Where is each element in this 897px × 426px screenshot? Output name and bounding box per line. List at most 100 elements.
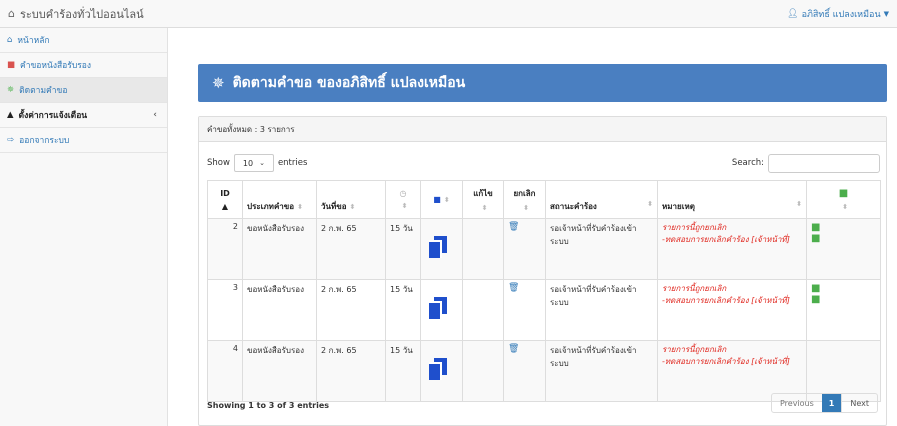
file-excel-icon[interactable]: ■ (811, 222, 876, 233)
cell-date: 2 ก.พ. 65 (316, 279, 386, 341)
cell-status: รอเจ้าหน้าที่รับคำร้องเข้าระบบ (545, 340, 658, 402)
cell-date: 2 ก.พ. 65 (316, 340, 386, 402)
main-content: ✵ ติดตามคำขอ ของอภิสิทธิ์ แปลงเหมือน คำข… (168, 28, 897, 426)
cell-type: ขอหนังสือรับรอง (242, 279, 317, 341)
previous-button[interactable]: Previous (772, 394, 822, 412)
cell-document (420, 279, 463, 341)
cell-type: ขอหนังสือรับรอง (242, 340, 317, 402)
cell-cancel: 🗑︎ (503, 218, 546, 280)
next-button[interactable]: Next (841, 394, 877, 412)
cell-id: 3 (207, 279, 243, 341)
column-header-note[interactable]: หมายเหตุ ⬍ (657, 180, 807, 219)
top-navbar: ⌂ ระบบคำร้องทั่วไปออนไลน์ 👤︎ อภิสิทธิ์ แ… (0, 0, 897, 28)
entries-label: entries (277, 158, 308, 168)
cell-note: รายการนี้ถูกยกเลิก -ทดสอบการยกเลิกคำร้อง … (657, 279, 807, 341)
user-icon: 👤︎ (787, 8, 799, 19)
sidebar-item-certificate-request[interactable]: ■ คำขอหนังสือรับรอง (0, 53, 167, 78)
sidebar-item-notification-settings[interactable]: ▲ ตั้งค่าการแจ้งเตือน ‹ (0, 103, 167, 128)
cell-excel: ■ ■ (806, 279, 881, 341)
search-input[interactable] (768, 153, 880, 173)
page-button-1[interactable]: 1 (821, 394, 842, 412)
cell-id: 2 (207, 218, 243, 280)
copy-document-icon[interactable] (429, 236, 447, 258)
table-row: 2 ขอหนังสือรับรอง 2 ก.พ. 65 15 วัน 🗑︎ รอ… (207, 218, 881, 280)
sidebar-item-label: คำขอหนังสือรับรอง (20, 61, 92, 71)
file-excel-icon[interactable]: ■ (811, 233, 876, 244)
cell-days: 15 วัน (385, 340, 421, 402)
column-header-cancel[interactable]: ยกเลิก ⬍ (503, 180, 546, 219)
panel-heading: คำขอทั้งหมด : 3 รายการ (199, 117, 886, 142)
page-title: ติดตามคำขอ ของอภิสิทธิ์ แปลงเหมือน (232, 75, 466, 91)
copy-document-icon[interactable] (429, 358, 447, 380)
column-header-document[interactable]: ■ ⬍ (420, 180, 463, 219)
cell-document (420, 218, 463, 280)
sort-icon: ⬍ (349, 203, 356, 211)
sidebar-item-label: ออกจากระบบ (19, 136, 70, 146)
spinner-icon: ✵ (7, 85, 15, 95)
trash-icon[interactable]: 🗑︎ (508, 283, 519, 293)
chevron-down-icon: ⌄ (259, 159, 265, 167)
file-pdf-icon: ■ (7, 60, 16, 70)
cell-document (420, 340, 463, 402)
navbar-brand[interactable]: ⌂ ระบบคำร้องทั่วไปออนไลน์ (8, 5, 144, 23)
cell-cancel: 🗑︎ (503, 340, 546, 402)
user-name: อภิสิทธิ์ แปลงเหมือน (801, 9, 881, 20)
requests-panel: คำขอทั้งหมด : 3 รายการ Show 10 ⌄ entries… (198, 116, 887, 426)
sidebar-item-track-request[interactable]: ✵ ติดตามคำขอ (0, 78, 167, 103)
file-excel-icon[interactable]: ■ (811, 283, 876, 294)
file-excel-icon[interactable]: ■ (811, 294, 876, 305)
page-title-panel: ✵ ติดตามคำขอ ของอภิสิทธิ์ แปลงเหมือน (198, 64, 887, 102)
search-control: Search: (731, 153, 880, 173)
sort-icon: ⬍ (842, 203, 848, 211)
cell-edit (462, 218, 504, 280)
bell-icon: ▲ (7, 110, 14, 120)
show-label: Show (207, 158, 230, 168)
table-controls: Show 10 ⌄ entries Search: (207, 153, 880, 173)
cell-id: 4 (207, 340, 243, 402)
clock-icon: ◷ (399, 189, 407, 198)
column-header-days[interactable]: ◷ ⬍ (385, 180, 421, 219)
home-icon: ⌂ (8, 7, 15, 20)
spinner-icon: ✵ (212, 74, 225, 92)
user-menu[interactable]: 👤︎ อภิสิทธิ์ แปลงเหมือน ▼ (787, 7, 889, 21)
sort-icon: ⬍ (647, 200, 653, 208)
cell-days: 15 วัน (385, 218, 421, 280)
cell-date: 2 ก.พ. 65 (316, 218, 386, 280)
column-header-id[interactable]: ID ▲ (207, 180, 243, 219)
sort-icon: ⬍ (796, 200, 802, 208)
copy-icon: ■ (433, 195, 441, 204)
requests-table: ID ▲ ประเภทคำขอ ⬍ วันที่ขอ ⬍ ◷ ⬍ ■ ⬍ แก้… (207, 180, 881, 402)
entries-select-value: 10 (242, 158, 254, 168)
column-header-date[interactable]: วันที่ขอ ⬍ (316, 180, 386, 219)
sign-out-icon: ⇨ (7, 135, 15, 145)
file-excel-icon: ■ (838, 188, 849, 199)
search-label: Search: (731, 158, 764, 168)
cell-edit (462, 279, 504, 341)
sidebar-item-logout[interactable]: ⇨ ออกจากระบบ (0, 128, 167, 153)
sidebar-item-label: ตั้งค่าการแจ้งเตือน (18, 111, 88, 121)
chevron-left-icon: ‹ (153, 110, 157, 120)
cell-note: รายการนี้ถูกยกเลิก -ทดสอบการยกเลิกคำร้อง … (657, 218, 807, 280)
sort-icon: ⬍ (443, 196, 450, 204)
sort-icon: ⬍ (523, 204, 529, 212)
sidebar: ⌂ หน้าหลัก ■ คำขอหนังสือรับรอง ✵ ติดตามค… (0, 28, 168, 426)
column-header-excel[interactable]: ■ ⬍ (806, 180, 881, 219)
cell-edit (462, 340, 504, 402)
column-header-edit[interactable]: แก้ไข ⬍ (462, 180, 504, 219)
copy-document-icon[interactable] (429, 297, 447, 319)
cell-type: ขอหนังสือรับรอง (242, 218, 317, 280)
column-header-status[interactable]: สถานะคำร้อง ⬍ (545, 180, 658, 219)
table-row: 3 ขอหนังสือรับรอง 2 ก.พ. 65 15 วัน 🗑︎ รอ… (207, 279, 881, 341)
pagination: Previous 1 Next (770, 393, 878, 413)
trash-icon[interactable]: 🗑︎ (508, 222, 519, 232)
sort-icon: ⬍ (297, 203, 303, 211)
cell-excel: ■ ■ (806, 218, 881, 280)
length-control: Show 10 ⌄ entries (207, 154, 307, 172)
sidebar-item-home[interactable]: ⌂ หน้าหลัก (0, 28, 167, 53)
cell-days: 15 วัน (385, 279, 421, 341)
column-header-type[interactable]: ประเภทคำขอ ⬍ (242, 180, 317, 219)
app-title: ระบบคำร้องทั่วไปออนไลน์ (19, 7, 144, 21)
entries-select[interactable]: 10 ⌄ (233, 154, 274, 172)
sort-icon: ⬍ (481, 204, 488, 212)
trash-icon[interactable]: 🗑︎ (508, 344, 519, 354)
